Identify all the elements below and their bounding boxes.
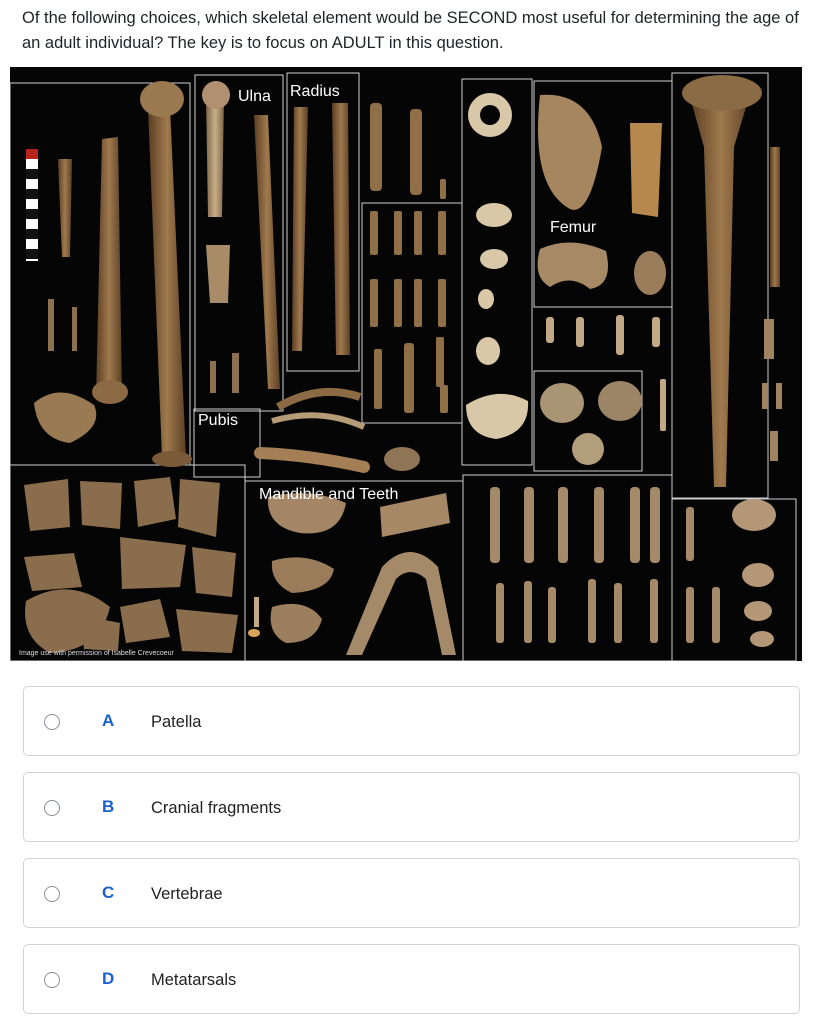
choice-text: Cranial fragments xyxy=(151,799,282,817)
choice-letter: A xyxy=(102,711,115,730)
choice-letter: D xyxy=(102,969,115,988)
radio-button[interactable] xyxy=(44,714,60,730)
pubis-label: Pubis xyxy=(198,412,239,429)
quiz-page: Of the following choices, which skeletal… xyxy=(0,0,830,1024)
radio-button[interactable] xyxy=(44,800,60,816)
skeleton-photo: Ulna Radius Femur Pubis Mandible and Tee… xyxy=(10,67,802,661)
ulna-label: Ulna xyxy=(238,88,271,105)
femur-label: Femur xyxy=(550,219,597,236)
bone-illustration xyxy=(10,72,797,661)
choice-text: Metatarsals xyxy=(151,971,237,989)
radio-button[interactable] xyxy=(44,886,60,902)
radio-button[interactable] xyxy=(44,972,60,988)
mandible-label: Mandible and Teeth xyxy=(259,486,399,503)
choice-c[interactable]: C Vertebrae xyxy=(23,858,800,928)
choice-letter: C xyxy=(102,883,115,902)
question-text: Of the following choices, which skeletal… xyxy=(22,9,799,52)
choice-letter: B xyxy=(102,797,115,816)
choice-a[interactable]: A Patella xyxy=(23,686,800,756)
image-credit: Image use with permission of Isabelle Cr… xyxy=(19,650,174,657)
choice-b[interactable]: B Cranial fragments xyxy=(23,772,800,842)
choice-text: Patella xyxy=(151,713,202,731)
choice-d[interactable]: D Metatarsals xyxy=(23,944,800,1014)
choice-text: Vertebrae xyxy=(151,885,223,903)
radius-label: Radius xyxy=(290,83,340,100)
